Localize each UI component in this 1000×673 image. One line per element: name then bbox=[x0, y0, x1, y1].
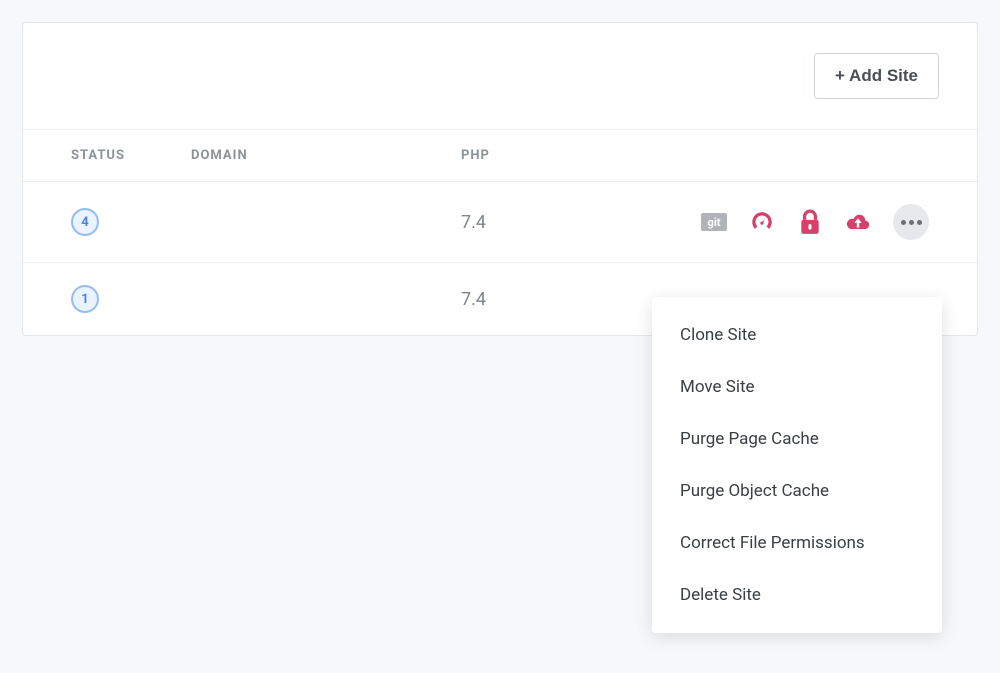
dropdown-item-clone-site[interactable]: Clone Site bbox=[652, 309, 942, 361]
more-menu-button[interactable] bbox=[893, 204, 929, 240]
sites-panel: + Add Site STATUS DOMAIN PHP 4 7.4 bbox=[22, 22, 978, 336]
status-badge[interactable]: 4 bbox=[71, 208, 99, 236]
php-version: 7.4 bbox=[461, 289, 486, 310]
dropdown-item-correct-file-permissions[interactable]: Correct File Permissions bbox=[652, 517, 942, 569]
lock-icon[interactable] bbox=[797, 209, 823, 235]
status-badge[interactable]: 1 bbox=[71, 285, 99, 313]
panel-header: + Add Site bbox=[23, 23, 977, 130]
table-header: STATUS DOMAIN PHP bbox=[23, 130, 977, 182]
add-site-button[interactable]: + Add Site bbox=[814, 53, 939, 99]
dropdown-item-purge-object-cache[interactable]: Purge Object Cache bbox=[652, 465, 942, 517]
dropdown-item-purge-page-cache[interactable]: Purge Page Cache bbox=[652, 413, 942, 465]
col-header-domain: DOMAIN bbox=[191, 148, 461, 163]
git-icon[interactable]: git bbox=[701, 209, 727, 235]
speed-icon[interactable] bbox=[749, 209, 775, 235]
php-version: 7.4 bbox=[461, 212, 486, 233]
table-row: 4 7.4 git bbox=[23, 182, 977, 263]
cloud-upload-icon[interactable] bbox=[845, 209, 871, 235]
col-header-php: PHP bbox=[461, 148, 621, 163]
dropdown-item-move-site[interactable]: Move Site bbox=[652, 361, 942, 413]
more-dropdown: Clone Site Move Site Purge Page Cache Pu… bbox=[652, 297, 942, 633]
col-header-status: STATUS bbox=[71, 148, 191, 163]
svg-text:git: git bbox=[708, 216, 721, 229]
status-count: 1 bbox=[81, 292, 88, 307]
dropdown-item-delete-site[interactable]: Delete Site bbox=[652, 569, 942, 621]
status-count: 4 bbox=[81, 215, 88, 230]
more-icon bbox=[901, 220, 922, 225]
